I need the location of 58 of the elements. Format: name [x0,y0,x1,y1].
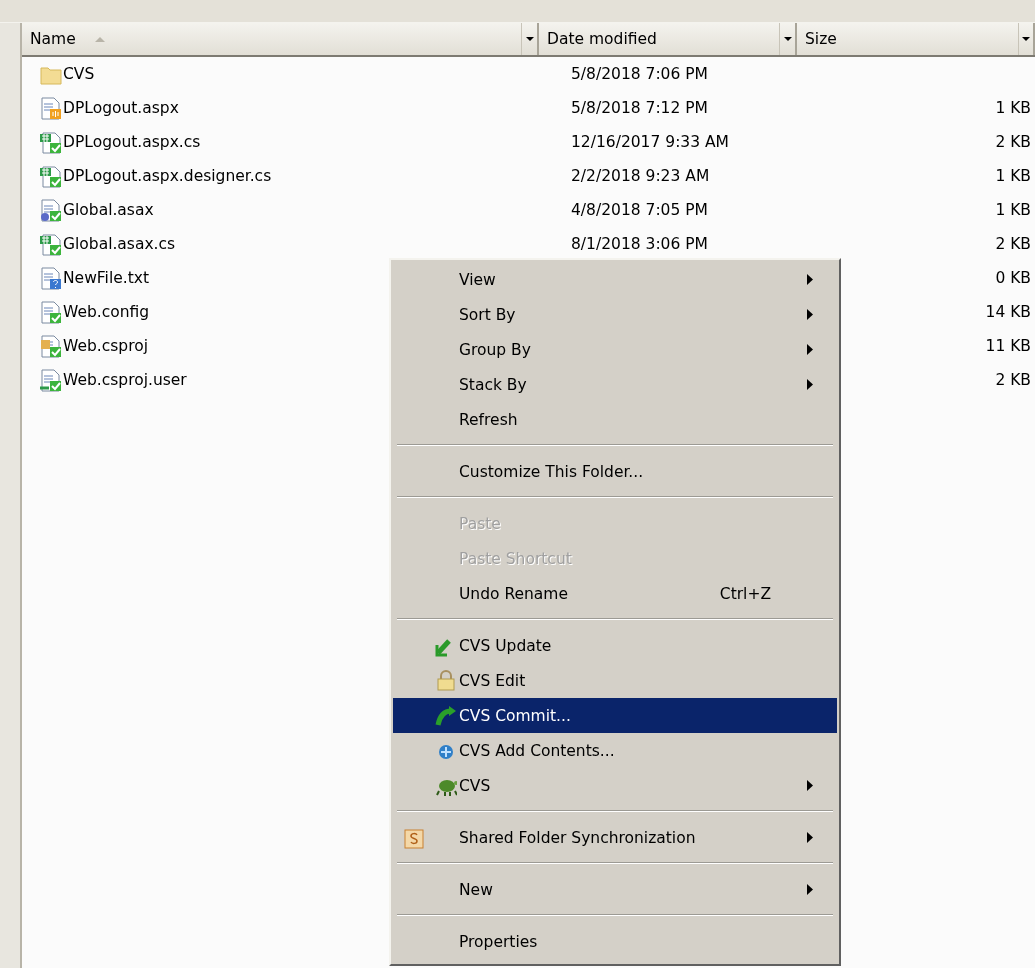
date-modified: 5/8/2018 7:12 PM [571,99,708,117]
file-name[interactable]: Web.csproj [63,337,148,355]
sort-arrow-icon [93,35,106,43]
date-modified: 2/2/2018 9:23 AM [571,167,710,185]
caret-icon [525,36,534,42]
file-name[interactable]: NewFile.txt [63,269,149,287]
menu-item[interactable]: Properties [393,924,837,959]
code-file-icon [38,232,62,256]
date-modified: 4/8/2018 7:05 PM [571,201,708,219]
menu-item[interactable]: Refresh [393,402,837,437]
menu-item[interactable]: CVS Commit... [393,698,837,733]
code-file-icon [38,130,62,154]
file-name[interactable]: DPLogout.aspx [63,99,179,117]
menu-item[interactable]: Undo Rename Ctrl+Z [393,576,837,611]
caret-icon [783,36,792,42]
menu-item[interactable]: Stack By [393,367,837,402]
column-header[interactable]: Date modified [539,23,780,55]
column-header[interactable]: Name [22,23,522,55]
date-modified: 8/1/2018 3:06 PM [571,235,708,253]
file-size: 1 KB [995,167,1031,185]
caret-icon [1022,36,1030,42]
menu-item[interactable]: Sort By [393,297,837,332]
file-name[interactable]: DPLogout.aspx.cs [63,133,201,151]
date-modified: 5/8/2018 7:06 PM [571,65,708,83]
file-name[interactable]: Web.config [63,303,150,321]
file-name[interactable]: Web.csproj.user [63,371,187,389]
menu-item[interactable]: Shared Folder Synchronization [393,820,837,855]
file-size: 1 KB [995,201,1031,219]
menu-item[interactable]: Customize This Folder... [393,454,837,489]
menu-item[interactable]: CVS Add Contents... [393,733,837,768]
menu-item[interactable]: View [393,262,837,297]
menu-item[interactable]: CVS Update [393,628,837,663]
file-name[interactable]: Global.asax [63,201,154,219]
user-file-icon [38,368,62,392]
padlock-icon [435,669,457,692]
file-size: 2 KB [995,371,1031,389]
page-icon [38,96,62,120]
menu-item[interactable]: CVS Edit [393,663,837,698]
arrow-icon [435,704,457,727]
question-file-icon [38,266,62,290]
column-header[interactable]: Size [797,23,1019,55]
menu-item[interactable]: CVS [393,768,837,803]
file-size: 14 KB [985,303,1031,321]
date-modified: 12/16/2017 9:33 AM [571,133,729,151]
code-file-icon [38,164,62,188]
menu-item[interactable]: Group By [393,332,837,367]
menu-item[interactable]: New [393,872,837,907]
file-size: 1 KB [995,99,1031,117]
file-name[interactable]: DPLogout.aspx.designer.cs [63,167,272,185]
file-size: 11 KB [985,337,1031,355]
file-name[interactable]: CVS [63,65,95,83]
file-size: 2 KB [995,133,1031,151]
file-size: 2 KB [995,235,1031,253]
config-file-icon [38,300,62,324]
project-file-icon [38,334,62,358]
folder-sync-icon [403,826,425,849]
file-size: 0 KB [995,269,1031,287]
file-name[interactable]: Global.asax.cs [63,235,176,253]
